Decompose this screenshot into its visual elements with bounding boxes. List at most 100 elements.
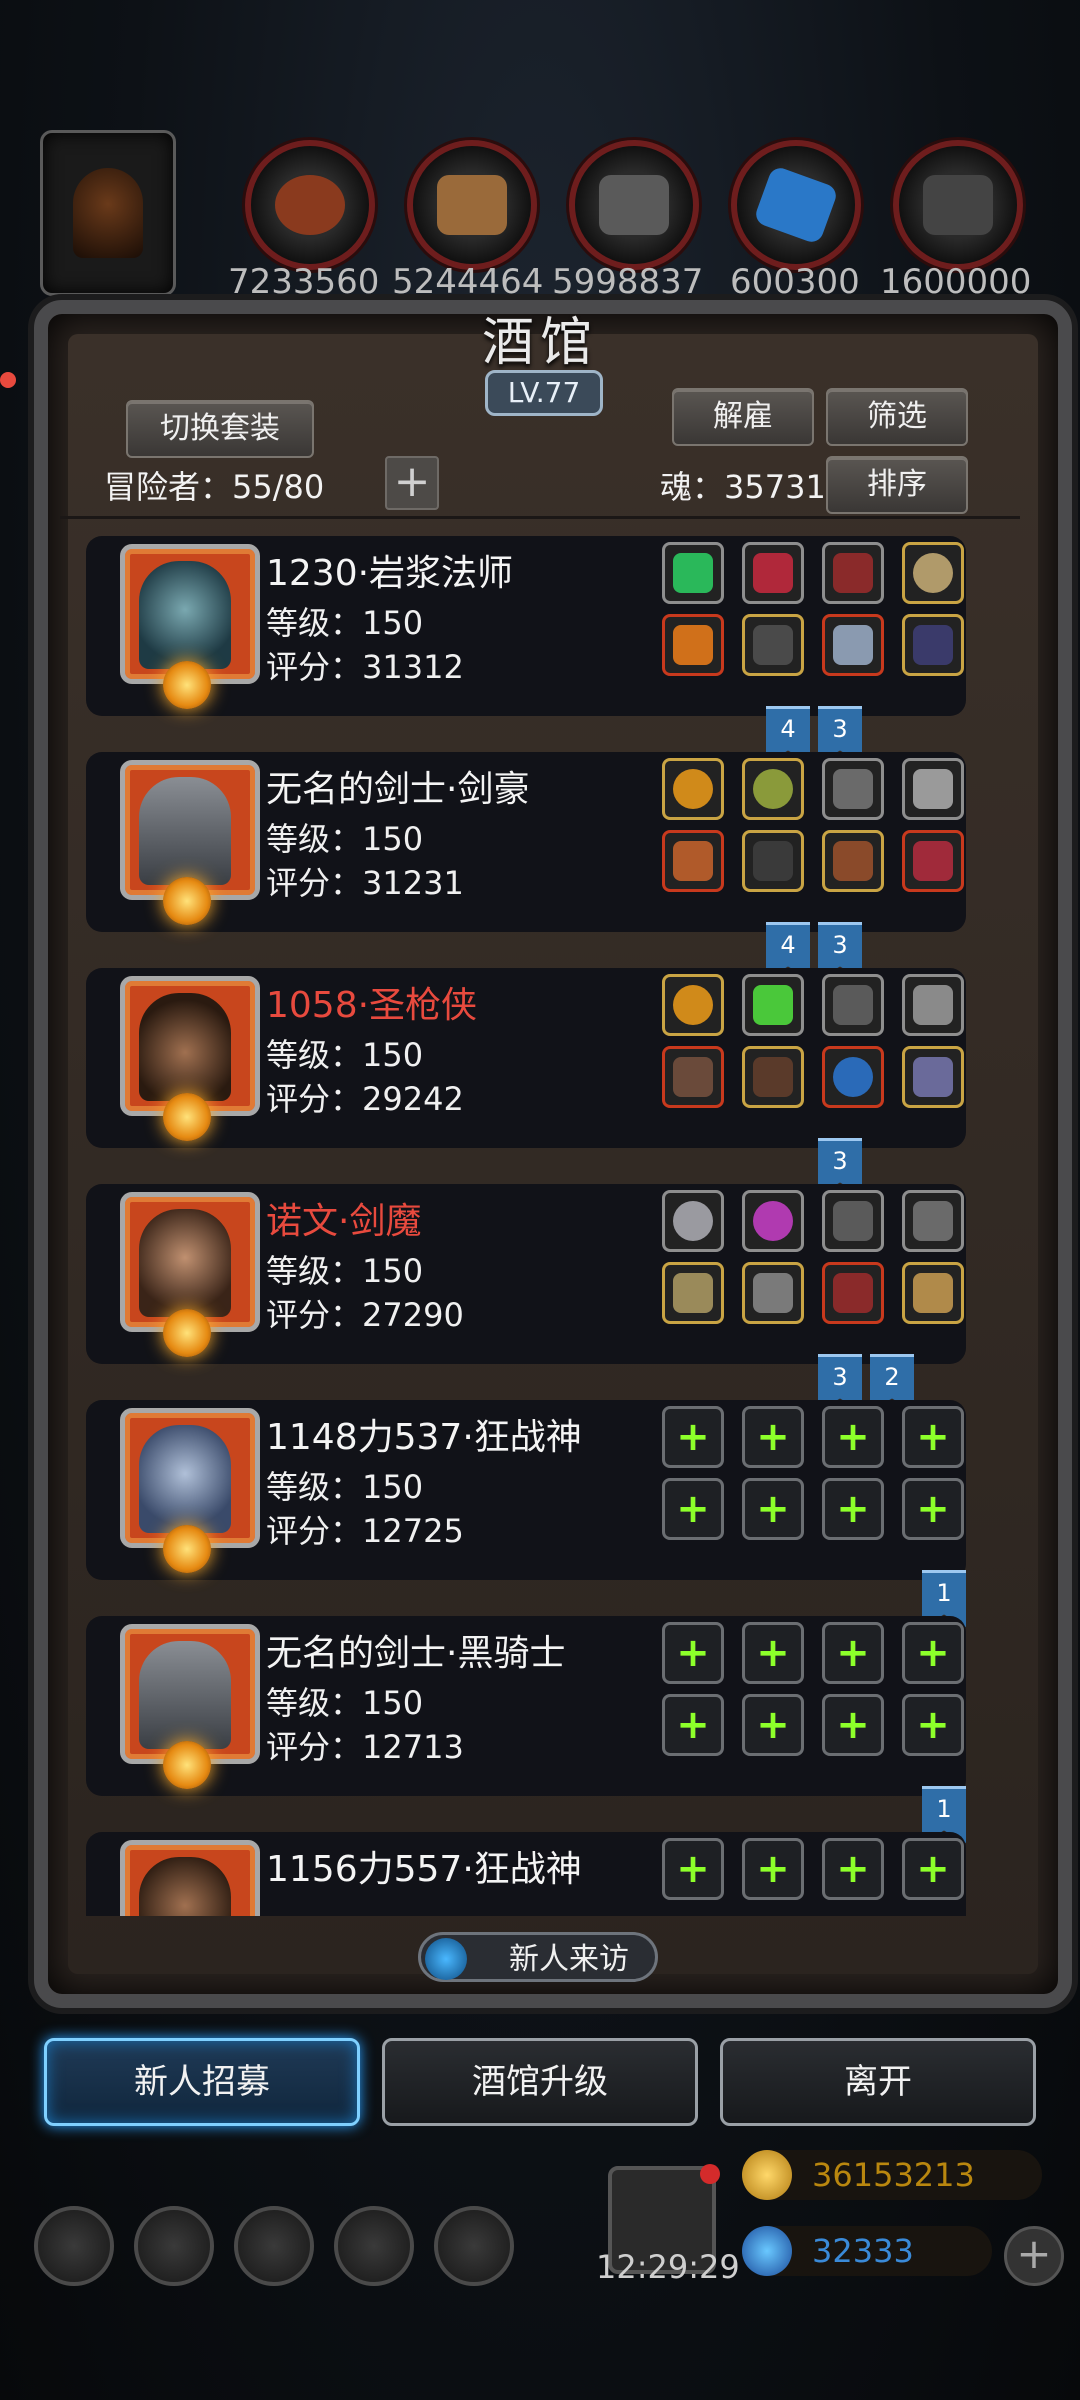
equip-slot[interactable] (822, 614, 884, 676)
portrait-silhouette-icon (73, 168, 143, 258)
equip-slot[interactable] (902, 542, 964, 604)
new-visitor-button[interactable]: 新人来访 (418, 1932, 658, 1982)
hero-score: 评分：31231 (266, 864, 464, 902)
equip-slot[interactable] (902, 1046, 964, 1108)
equip-slot[interactable] (822, 1190, 884, 1252)
hero-avatar[interactable] (120, 1840, 260, 1916)
empty-slot-add-icon[interactable]: + (902, 1694, 964, 1756)
equip-slot[interactable] (742, 614, 804, 676)
equip-slot[interactable] (902, 758, 964, 820)
recruit-button[interactable]: 新人招募 (44, 2038, 360, 2126)
hero-avatar[interactable] (120, 976, 260, 1141)
equip-slot[interactable] (742, 542, 804, 604)
guild-icon[interactable] (234, 2206, 314, 2286)
empty-slot-add-icon[interactable]: + (822, 1838, 884, 1900)
empty-slot-add-icon[interactable]: + (742, 1694, 804, 1756)
empty-slot-add-icon[interactable]: + (742, 1406, 804, 1468)
equip-slot[interactable] (742, 1262, 804, 1324)
hero-card[interactable]: 1230·岩浆法师 等级：150 评分：31312 (86, 536, 966, 716)
hero-name: 无名的剑士·剑豪 (266, 769, 530, 810)
empty-slot-add-icon[interactable]: + (742, 1838, 804, 1900)
equip-slot[interactable] (742, 974, 804, 1036)
equip-slot[interactable] (822, 1046, 884, 1108)
leave-button[interactable]: 离开 (720, 2038, 1036, 2126)
equip-slot[interactable] (822, 758, 884, 820)
hero-card[interactable]: 1156力557·狂战神 + + + + (86, 1832, 966, 1916)
equip-slot[interactable] (742, 1046, 804, 1108)
equip-slot[interactable] (822, 1262, 884, 1324)
equip-slot[interactable] (742, 1190, 804, 1252)
equip-slot[interactable] (662, 1046, 724, 1108)
settings-icon[interactable] (34, 2206, 114, 2286)
hero-list[interactable]: 1230·岩浆法师 等级：150 评分：31312 4 3 无名的剑士·剑豪 等… (86, 536, 1006, 1916)
equip-slot[interactable] (662, 614, 724, 676)
hero-score: 评分：31312 (266, 648, 464, 686)
equip-slot[interactable] (822, 542, 884, 604)
equip-slot[interactable] (902, 1262, 964, 1324)
hero-card[interactable]: 无名的剑士·剑豪 等级：150 评分：31231 (86, 752, 966, 932)
equip-slot[interactable] (662, 758, 724, 820)
tavern-upgrade-button[interactable]: 酒馆升级 (382, 2038, 698, 2126)
empty-slot-add-icon[interactable]: + (822, 1478, 884, 1540)
hero-card[interactable]: 无名的剑士·黑骑士 等级：150 评分：12713 + + + + + + + … (86, 1616, 966, 1796)
empty-slot-add-icon[interactable]: + (742, 1622, 804, 1684)
switch-set-button[interactable]: 切换套装 (126, 400, 314, 458)
empty-slot-add-icon[interactable]: + (822, 1694, 884, 1756)
empty-slot-add-icon[interactable]: + (822, 1622, 884, 1684)
hero-avatar[interactable] (120, 1192, 260, 1357)
hero-avatar[interactable] (120, 760, 260, 925)
empty-slot-add-icon[interactable]: + (662, 1406, 724, 1468)
empty-slot-add-icon[interactable]: + (662, 1838, 724, 1900)
hero-avatar[interactable] (120, 1624, 260, 1789)
empty-slot-add-icon[interactable]: + (662, 1694, 724, 1756)
hero-level: 等级：150 (266, 1252, 424, 1290)
player-portrait[interactable] (40, 130, 176, 296)
equip-slot[interactable] (902, 830, 964, 892)
hero-score: 评分：12725 (266, 1512, 464, 1550)
equip-slot[interactable] (662, 1262, 724, 1324)
resource-crystal-icon[interactable] (731, 140, 861, 270)
equip-slot[interactable] (662, 542, 724, 604)
empty-slot-add-icon[interactable]: + (662, 1622, 724, 1684)
empty-slot-add-icon[interactable]: + (902, 1838, 964, 1900)
empty-slot-add-icon[interactable]: + (902, 1622, 964, 1684)
equip-slot[interactable] (902, 614, 964, 676)
expand-capacity-button[interactable]: + (385, 456, 439, 510)
filter-button[interactable]: 筛选 (826, 388, 968, 446)
hero-avatar[interactable] (120, 1408, 260, 1573)
resource-metal-icon[interactable] (893, 140, 1023, 270)
resource-wood-icon[interactable] (407, 140, 537, 270)
hero-card[interactable]: 1148力537·狂战神 等级：150 评分：12725 + + + + + +… (86, 1400, 966, 1580)
sort-button[interactable]: 排序 (826, 456, 968, 514)
tavern-level-badge: LV.77 (485, 370, 603, 416)
gold-amount: 36153213 (812, 2156, 975, 2194)
equip-slot[interactable] (742, 758, 804, 820)
equip-slot[interactable] (662, 974, 724, 1036)
resource-iron-icon[interactable] (569, 140, 699, 270)
empty-slot-add-icon[interactable]: + (902, 1478, 964, 1540)
achievement-icon[interactable] (134, 2206, 214, 2286)
menu-icon[interactable] (434, 2206, 514, 2286)
equip-slot[interactable] (902, 1190, 964, 1252)
resource-ore-icon[interactable] (245, 140, 375, 270)
empty-slot-add-icon[interactable]: + (822, 1406, 884, 1468)
equip-slot[interactable] (742, 830, 804, 892)
hero-card[interactable]: 诺文·剑魔 等级：150 评分：27290 (86, 1184, 966, 1364)
resource-value: 600300 (730, 262, 860, 302)
dismiss-button[interactable]: 解雇 (672, 388, 814, 446)
empty-slot-add-icon[interactable]: + (742, 1478, 804, 1540)
equip-slot[interactable] (822, 830, 884, 892)
equip-slot[interactable] (662, 1190, 724, 1252)
equip-slot[interactable] (662, 830, 724, 892)
empty-slot-add-icon[interactable]: + (902, 1406, 964, 1468)
hero-card[interactable]: 1058·圣枪侠 等级：150 评分：29242 (86, 968, 966, 1148)
equip-slot[interactable] (822, 974, 884, 1036)
rank-emblem-icon (163, 1093, 211, 1141)
hero-name: 诺文·剑魔 (266, 1201, 422, 1242)
empty-slot-add-icon[interactable]: + (662, 1478, 724, 1540)
hero-avatar[interactable] (120, 544, 260, 709)
mail-icon[interactable] (334, 2206, 414, 2286)
equip-slot[interactable] (902, 974, 964, 1036)
rank-emblem-icon (163, 1309, 211, 1357)
add-currency-button[interactable]: + (1004, 2226, 1064, 2286)
